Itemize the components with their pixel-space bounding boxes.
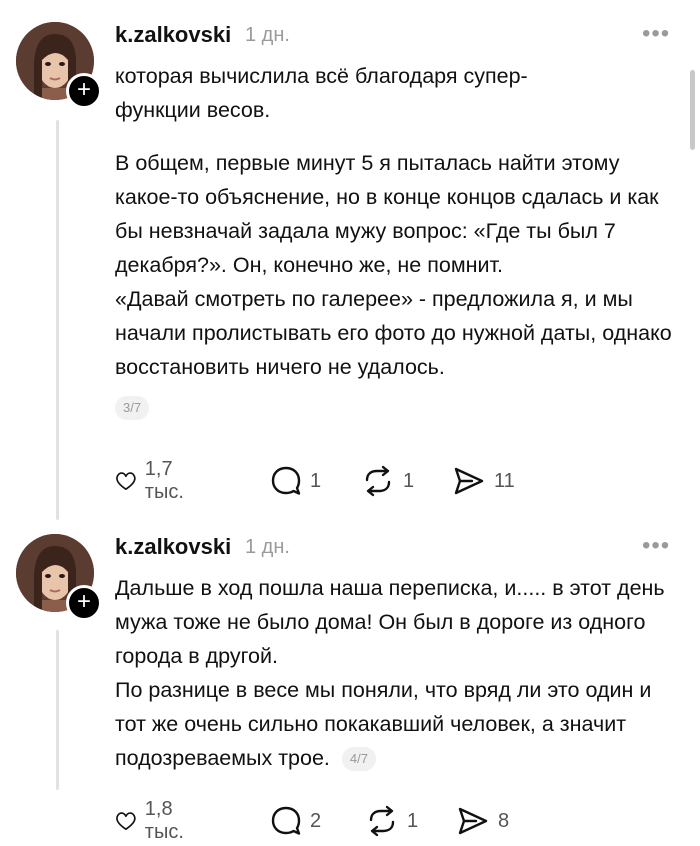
username[interactable]: k.zalkovski <box>115 22 231 48</box>
share-count: 11 <box>494 469 515 492</box>
post-paragraph: В общем, первые минут 5 я пыталась найти… <box>115 151 659 277</box>
comment-bubble-icon <box>271 806 301 835</box>
plus-icon: + <box>76 588 91 615</box>
more-dots-icon: ••• <box>642 532 671 559</box>
like-button[interactable]: 1,8 тыс. <box>115 798 194 843</box>
comment-count: 2 <box>310 809 322 832</box>
repost-count: 1 <box>403 469 415 492</box>
repost-button[interactable]: 1 <box>361 464 414 498</box>
share-button[interactable]: 11 <box>452 464 515 498</box>
share-button[interactable]: 8 <box>456 804 509 838</box>
plus-icon: + <box>76 76 91 103</box>
post-paragraph: Дальше в ход пошла наша переписка, и....… <box>115 576 665 668</box>
post-text: Дальше в ход пошла наша переписка, и....… <box>115 571 680 775</box>
follow-button[interactable]: + <box>66 585 102 621</box>
post: + k.zalkovski 1 дн. ••• которая вычислил… <box>0 0 700 520</box>
post-text: которая вычислила всё благодаря супер-фу… <box>115 59 680 424</box>
like-count: 1,8 тыс. <box>144 798 184 843</box>
send-icon <box>454 467 484 495</box>
repost-count: 1 <box>407 809 419 832</box>
more-options-button[interactable]: ••• <box>642 20 670 48</box>
comment-button[interactable]: 1 <box>270 464 321 498</box>
like-count: 1,7 тыс. <box>144 458 184 503</box>
send-icon <box>458 807 488 835</box>
timestamp: 1 дн. <box>245 536 290 558</box>
comment-count: 1 <box>310 469 322 492</box>
more-options-button[interactable]: ••• <box>642 532 670 560</box>
like-button[interactable]: 1,7 тыс. <box>115 458 194 503</box>
comment-button[interactable]: 2 <box>270 804 321 838</box>
repost-icon <box>365 465 391 497</box>
repost-button[interactable]: 1 <box>365 804 418 838</box>
post-paragraph: «Давай смотреть по галерее» - предложила… <box>115 287 672 379</box>
username[interactable]: k.zalkovski <box>115 534 231 560</box>
page-indicator: 3/7 <box>115 396 150 421</box>
comment-bubble-icon <box>271 466 301 495</box>
share-count: 8 <box>498 809 510 832</box>
post: + k.zalkovski 1 дн. ••• Дальше в ход пош… <box>0 512 700 846</box>
heart-icon <box>116 472 136 490</box>
timestamp: 1 дн. <box>245 24 290 46</box>
post-paragraph: которая вычислила всё благодаря супер-фу… <box>115 64 528 122</box>
repost-icon <box>369 805 395 837</box>
heart-icon <box>116 812 136 830</box>
follow-button[interactable]: + <box>66 73 102 109</box>
page-indicator: 4/7 <box>341 747 376 772</box>
more-dots-icon: ••• <box>642 20 671 47</box>
post-paragraph: По разнице в весе мы поняли, что вряд ли… <box>115 678 652 770</box>
